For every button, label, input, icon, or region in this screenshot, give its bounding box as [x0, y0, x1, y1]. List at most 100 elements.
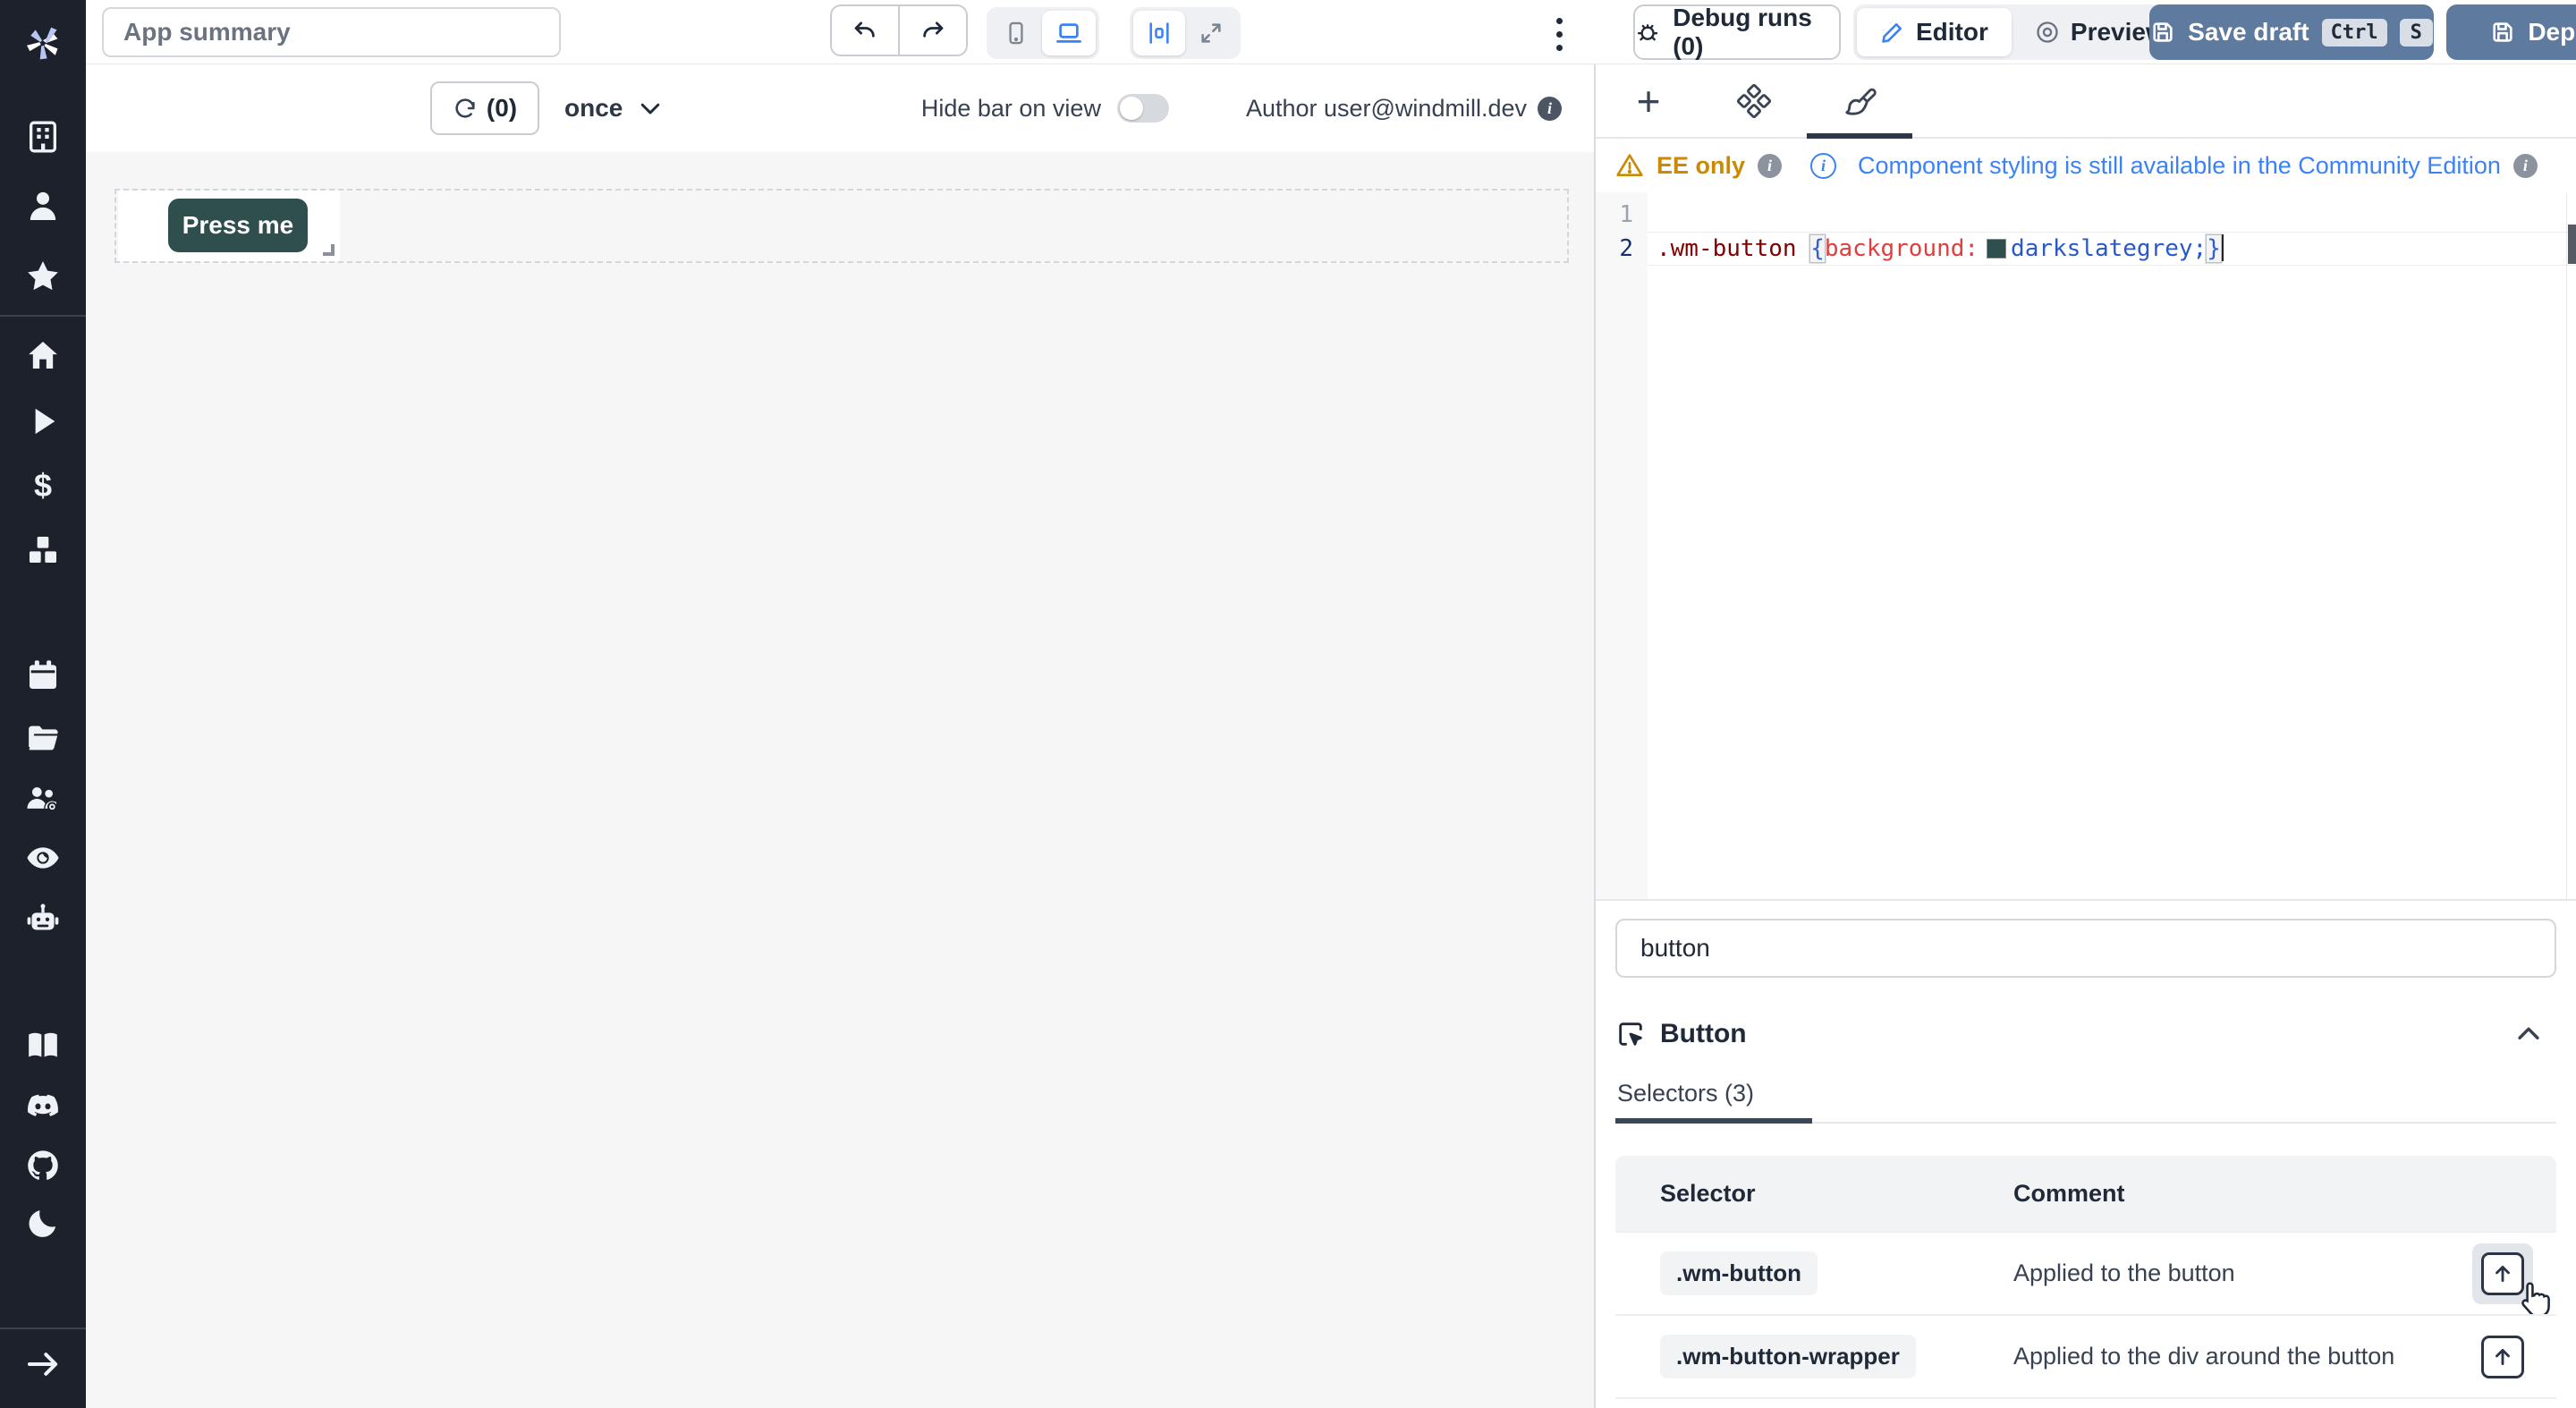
code-line-2: .wm-button {background:darkslategrey;}	[1648, 232, 2576, 266]
mobile-icon	[1004, 21, 1029, 46]
groups-users-gear-icon[interactable]	[0, 778, 86, 819]
center-content-button[interactable]	[1133, 11, 1185, 55]
fullscreen-button[interactable]	[1185, 11, 1237, 55]
editor-code-area[interactable]: .wm-button {background:darkslategrey;}	[1648, 192, 2576, 899]
home-icon[interactable]	[0, 335, 86, 376]
tab-editor[interactable]: Editor	[1857, 8, 2012, 56]
tab-insert-component[interactable]: +	[1596, 64, 1701, 137]
plus-icon: +	[1637, 81, 1661, 122]
runs-play-icon[interactable]	[0, 401, 86, 442]
copy-selector-button-hovered[interactable]	[2472, 1243, 2533, 1304]
star-icon[interactable]	[0, 256, 86, 297]
text-cursor	[2222, 234, 2224, 261]
laptop-icon	[1055, 20, 1082, 47]
sidebar: $	[0, 0, 86, 1408]
col-comment: Comment	[1969, 1156, 2440, 1231]
line-number: 1	[1596, 198, 1648, 232]
app-summary-input[interactable]	[102, 7, 561, 57]
hide-bar-toggle[interactable]	[1117, 94, 1169, 123]
debug-runs-label: Debug runs (0)	[1673, 4, 1839, 61]
ruler-marker	[2568, 225, 2576, 264]
resources-cubes-icon[interactable]	[0, 530, 86, 571]
refresh-count: (0)	[487, 94, 517, 123]
move-up-button[interactable]	[2481, 1336, 2524, 1378]
sidebar-divider	[0, 1327, 86, 1329]
deploy-label: Deploy	[2528, 18, 2576, 47]
move-up-button[interactable]	[2481, 1252, 2524, 1295]
component-search-input[interactable]	[1615, 919, 2556, 978]
undo-button[interactable]	[830, 4, 899, 56]
app-canvas[interactable]: Press me	[86, 152, 1594, 1408]
mobile-view-button[interactable]	[990, 11, 1042, 55]
button-style-section: Button Selectors (3) Selector Comment	[1596, 996, 2576, 1408]
folders-icon[interactable]	[0, 717, 86, 759]
more-menu-button[interactable]	[1553, 14, 1566, 55]
chevron-up-icon[interactable]	[2513, 1019, 2544, 1049]
arrow-up-icon	[2491, 1345, 2514, 1369]
layout-toggle-group	[1130, 7, 1241, 59]
selector-comment: Applied to the button container	[1969, 1397, 2440, 1408]
windmill-logo-icon[interactable]	[0, 0, 86, 86]
save-draft-button[interactable]: Save draft CtrlS	[2149, 4, 2434, 60]
warning-triangle-icon	[1615, 151, 1644, 180]
audit-eye-icon[interactable]	[0, 837, 86, 878]
editor-preview-toggle: Editor Preview	[1853, 4, 2192, 60]
canvas-header: (0) once Hide bar on view Author user@wi…	[86, 64, 1594, 152]
tab-selectors[interactable]: Selectors (3)	[1615, 1080, 1804, 1122]
schedule-dropdown[interactable]: once	[564, 94, 664, 123]
center-align-icon	[1147, 21, 1172, 46]
editor-gutter: 1 2	[1596, 192, 1648, 899]
css-code-editor[interactable]: 1 2 .wm-button {background:darkslategrey…	[1596, 192, 2576, 899]
redo-button[interactable]	[899, 4, 968, 56]
github-icon[interactable]	[0, 1145, 86, 1186]
press-me-button[interactable]: Press me	[168, 199, 308, 252]
topbar: Debug runs (0) Editor Preview Save draft…	[86, 0, 2576, 64]
editor-overview-ruler[interactable]	[2566, 192, 2576, 899]
selector-comment: Applied to the div around the button	[1969, 1314, 2440, 1397]
ee-notice-text[interactable]: Component styling is still available in …	[1858, 152, 2501, 180]
workers-robot-icon[interactable]	[0, 898, 86, 939]
css-value-token: darkslategrey	[2011, 235, 2193, 262]
docs-book-icon[interactable]	[0, 1025, 86, 1066]
semicolon-token: ;	[2193, 235, 2207, 262]
collapse-arrow-right-icon[interactable]	[0, 1344, 86, 1385]
discord-icon[interactable]	[0, 1086, 86, 1127]
paintbrush-icon	[1843, 84, 1877, 118]
selectors-table: Selector Comment .wm-button Applied to t…	[1615, 1156, 2556, 1408]
redo-icon	[919, 17, 946, 44]
arrow-up-icon	[2491, 1262, 2514, 1285]
undo-icon	[852, 17, 878, 44]
sidebar-divider	[0, 315, 86, 317]
ee-info-icon[interactable]: i	[1758, 154, 1782, 178]
dark-mode-moon-icon[interactable]	[0, 1202, 86, 1243]
schedule-value: once	[564, 94, 623, 123]
workspace-building-icon[interactable]	[0, 116, 86, 157]
refresh-button[interactable]: (0)	[430, 81, 539, 135]
schedules-calendar-icon[interactable]	[0, 655, 86, 696]
deploy-button[interactable]: Deploy	[2446, 4, 2576, 60]
editor-label: Editor	[1916, 18, 1988, 47]
user-icon[interactable]	[0, 186, 86, 227]
button-component-cell[interactable]: Press me	[118, 191, 340, 261]
selector-comment: Applied to the button	[1969, 1231, 2440, 1314]
pencil-icon	[1880, 20, 1905, 45]
debug-runs-button[interactable]: Debug runs (0)	[1633, 4, 1841, 60]
css-property-token: background:	[1825, 235, 1979, 262]
component-search-row	[1596, 899, 2576, 996]
ee-only-label: EE only	[1657, 152, 1745, 180]
desktop-view-button[interactable]	[1042, 11, 1096, 55]
tab-settings-components[interactable]	[1701, 64, 1807, 137]
device-toggle-group	[987, 7, 1099, 59]
preview-eye-icon	[2035, 20, 2060, 45]
table-row: .wm-button Applied to the button	[1615, 1231, 2556, 1314]
variables-dollar-icon[interactable]: $	[0, 465, 86, 506]
expand-icon	[1199, 21, 1224, 46]
notice-more-info-icon[interactable]: i	[2513, 154, 2538, 178]
author-info-icon[interactable]: i	[1538, 97, 1562, 121]
table-row: .wm-button-container Applied to the butt…	[1615, 1397, 2556, 1408]
undo-redo-group	[830, 4, 968, 56]
color-swatch[interactable]	[1987, 240, 2005, 258]
tab-styling[interactable]	[1807, 64, 1912, 137]
line-number-active: 2	[1596, 232, 1648, 266]
resize-handle[interactable]	[323, 244, 335, 256]
